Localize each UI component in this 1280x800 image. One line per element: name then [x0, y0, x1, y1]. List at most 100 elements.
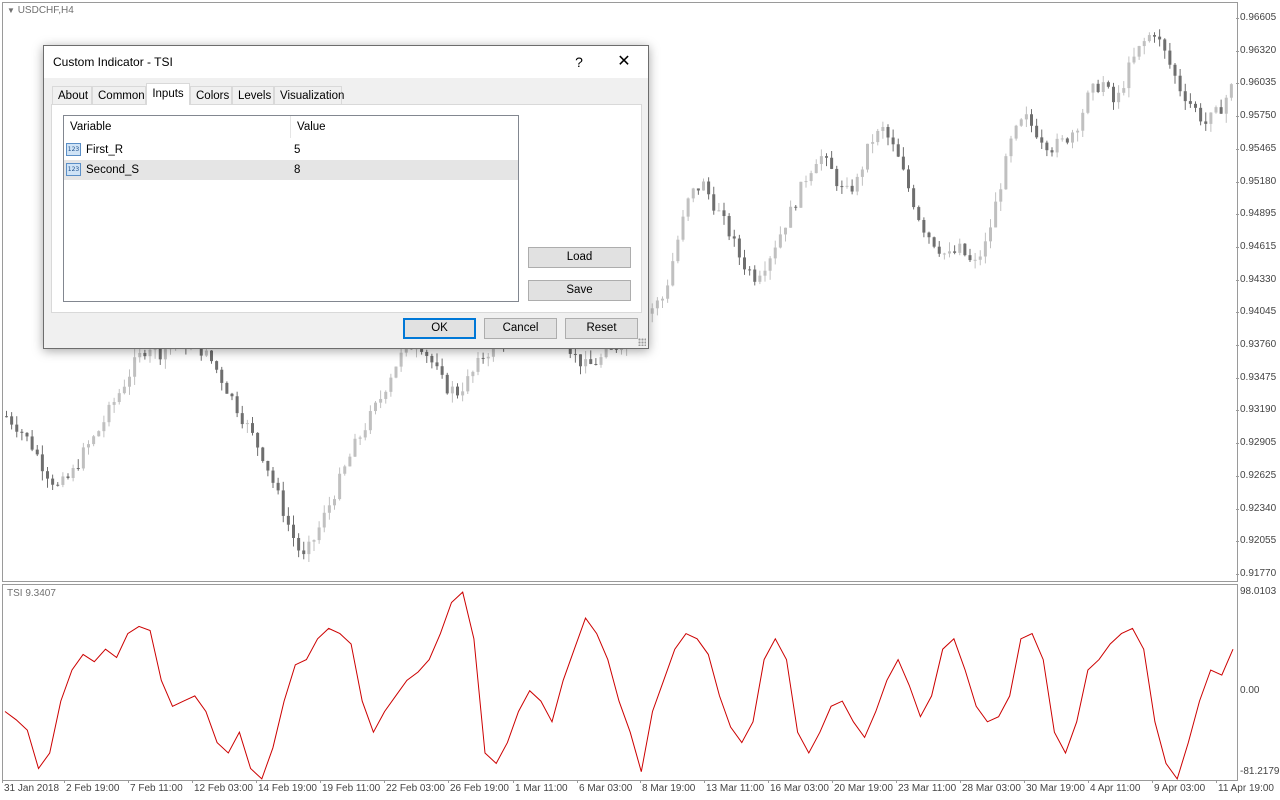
date-axis-label: 19 Feb 11:00: [322, 783, 381, 794]
date-axis-tick: [192, 780, 193, 783]
candle-body: [87, 444, 90, 448]
date-axis-label: 16 Mar 03:00: [770, 783, 829, 794]
candle-body: [1158, 36, 1162, 40]
candle-body: [1183, 91, 1187, 102]
candle-body: [932, 237, 936, 247]
dialog-titlebar[interactable]: Custom Indicator - TSI ? ✕: [44, 46, 648, 78]
candle-body: [712, 194, 716, 211]
column-header-value[interactable]: Value: [291, 116, 518, 138]
inputs-tab-panel: Variable Value 123 First_R 5 123 Second_…: [51, 104, 642, 313]
candle-body: [1224, 97, 1228, 114]
candle-body: [1142, 41, 1146, 47]
candle-body: [1122, 88, 1126, 93]
candle-body: [435, 362, 439, 367]
candle-body: [327, 505, 331, 513]
inputs-grid[interactable]: Variable Value 123 First_R 5 123 Second_…: [63, 115, 519, 302]
candle-body: [1204, 121, 1208, 124]
price-axis-label: 0.95465: [1240, 142, 1277, 154]
candle-body: [958, 243, 962, 253]
tab-colors[interactable]: Colors: [190, 86, 232, 104]
input-row-second-s[interactable]: 123 Second_S 8: [64, 160, 518, 180]
price-axis-label: 0.95750: [1240, 110, 1277, 122]
ok-button[interactable]: OK: [403, 318, 476, 339]
date-axis-tick: [513, 780, 514, 783]
variable-value[interactable]: 8: [294, 160, 300, 180]
candle-body: [384, 391, 388, 399]
candle-body: [256, 432, 260, 448]
candle-body: [322, 512, 326, 528]
candle-body: [1106, 82, 1110, 87]
candle-body: [702, 181, 705, 191]
candle-body: [1091, 83, 1095, 93]
price-axis-label: 0.95180: [1240, 175, 1277, 187]
candle-body: [112, 401, 116, 405]
candle-body: [1035, 125, 1039, 138]
resize-grip-icon[interactable]: [638, 338, 646, 346]
cancel-button[interactable]: Cancel: [484, 318, 557, 339]
candle-body: [276, 482, 280, 491]
candle-body: [1147, 35, 1151, 42]
candle-body: [850, 185, 854, 192]
candle-body: [317, 527, 321, 541]
dialog-title: Custom Indicator - TSI: [53, 55, 173, 69]
column-header-variable[interactable]: Variable: [64, 116, 291, 138]
date-axis-tick: [384, 780, 385, 783]
candle-body: [25, 432, 29, 437]
candle-body: [51, 478, 55, 485]
candle-body: [245, 423, 249, 425]
candle-body: [912, 188, 916, 208]
candle-body: [399, 352, 403, 367]
tab-about[interactable]: About: [52, 86, 92, 104]
reset-button[interactable]: Reset: [565, 318, 638, 339]
candle-body: [661, 298, 664, 301]
date-axis-tick: [704, 780, 705, 783]
variable-value[interactable]: 5: [294, 140, 300, 160]
input-row-first-r[interactable]: 123 First_R 5: [64, 140, 518, 160]
candle-body: [379, 398, 383, 403]
candle-body: [476, 357, 480, 372]
price-axis-tick: [1236, 443, 1239, 445]
date-axis-tick: [577, 780, 578, 783]
date-axis-label: 30 Mar 19:00: [1026, 783, 1085, 794]
integer-variable-icon: 123: [66, 163, 81, 176]
chart-menu-triangle-icon[interactable]: ▼: [7, 6, 15, 15]
candle-body: [937, 246, 941, 254]
candle-body: [281, 490, 285, 516]
candle-body: [1019, 119, 1023, 126]
candle-body: [707, 181, 711, 195]
price-axis-label: 0.93190: [1240, 404, 1277, 416]
indicator-label: TSI 9.3407: [7, 588, 56, 599]
candle-body: [855, 176, 859, 192]
candle-body: [10, 416, 14, 425]
load-button[interactable]: Load: [528, 247, 631, 268]
indicator-chart-area[interactable]: TSI 9.3407: [2, 584, 1238, 781]
candle-body: [876, 130, 880, 143]
tab-visualization[interactable]: Visualization: [274, 86, 344, 104]
close-button[interactable]: ✕: [608, 50, 640, 74]
candle-body: [768, 258, 772, 271]
date-axis-tick: [64, 780, 65, 783]
candle-body: [696, 188, 700, 191]
candle-body: [1065, 138, 1069, 143]
candle-body: [204, 350, 208, 356]
price-axis-tick: [1236, 345, 1239, 346]
date-axis-label: 2 Feb 19:00: [66, 783, 120, 794]
price-axis-tick: [1236, 573, 1239, 575]
tab-levels[interactable]: Levels: [232, 86, 274, 104]
candle-body: [312, 540, 316, 542]
candle-body: [338, 473, 342, 500]
candle-body: [40, 454, 44, 472]
candle-body: [753, 269, 757, 282]
candle-body: [30, 436, 34, 450]
candle-body: [286, 515, 290, 525]
tab-inputs[interactable]: Inputs: [146, 83, 190, 105]
candle-body: [594, 363, 598, 365]
candle-body: [261, 447, 265, 461]
candle-body: [819, 156, 823, 165]
help-button[interactable]: ?: [566, 50, 592, 74]
tab-common[interactable]: Common: [92, 86, 146, 104]
save-button[interactable]: Save: [528, 280, 631, 301]
candle-body: [1096, 83, 1100, 92]
candle-body: [599, 357, 603, 365]
candle-body: [773, 247, 777, 259]
